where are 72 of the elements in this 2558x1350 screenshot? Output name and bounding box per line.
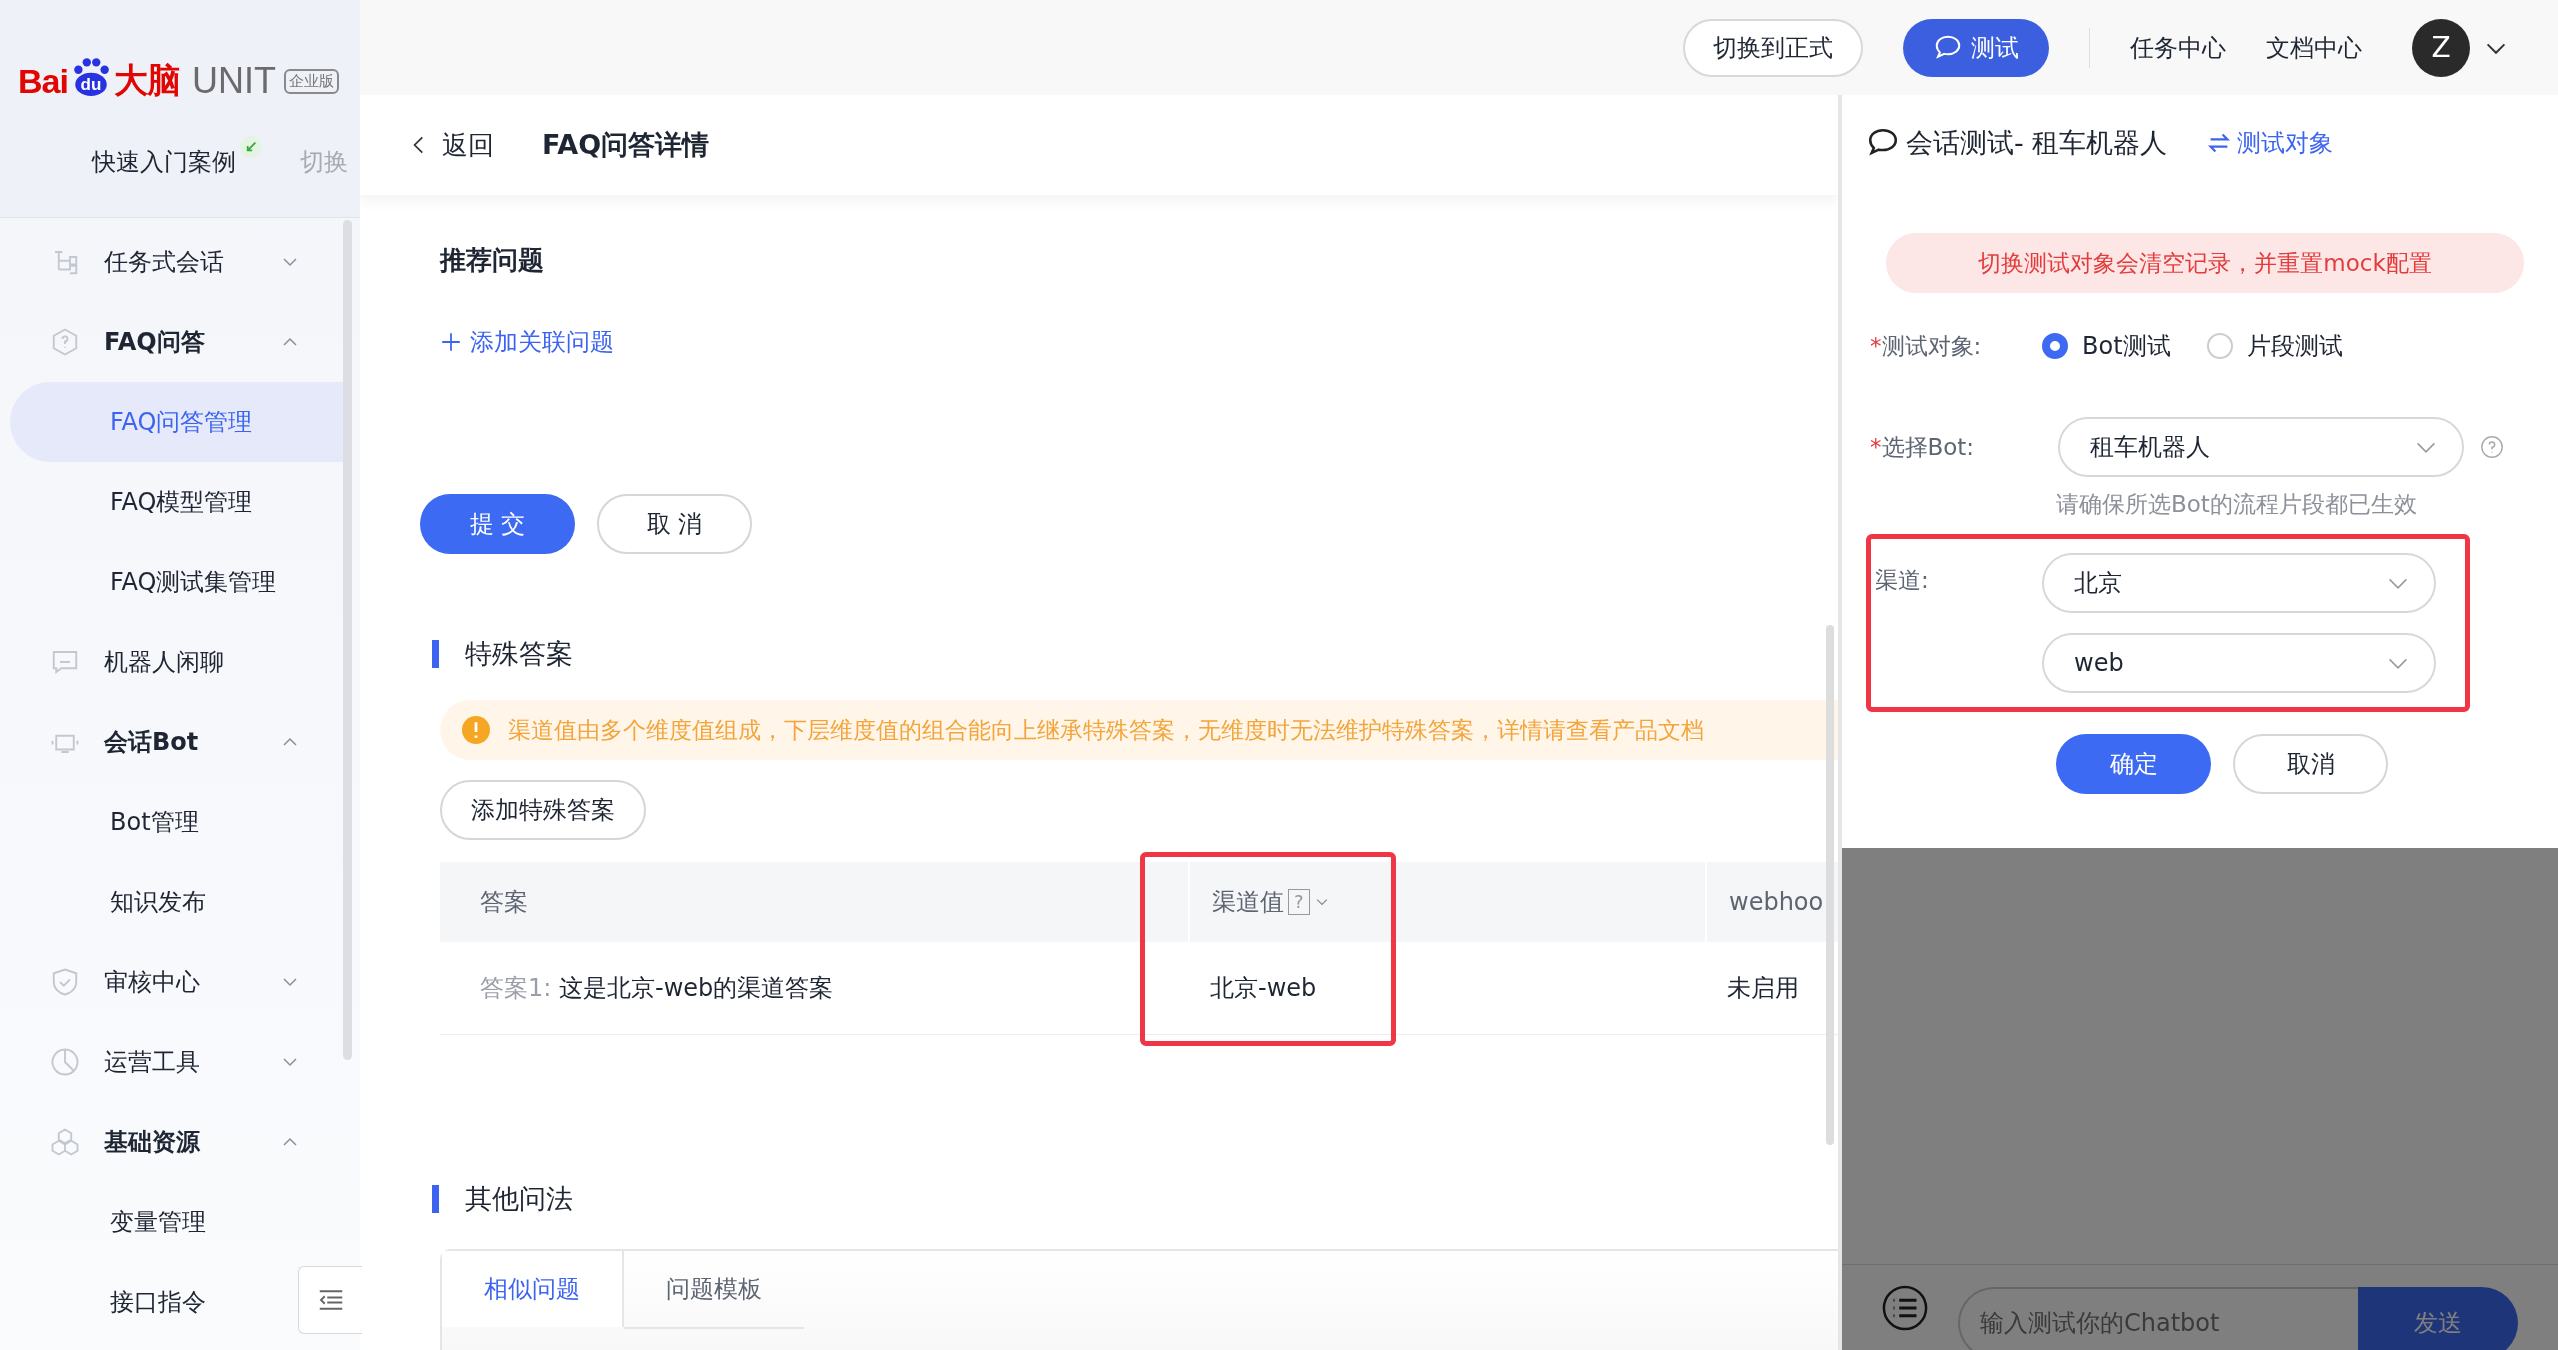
submenu-item[interactable]: 变量管理 <box>10 1182 290 1262</box>
project-name[interactable]: 快速入门案例 <box>92 146 236 178</box>
field-label: *测试对象: <box>1869 331 1983 361</box>
menu-item[interactable]: FAQ问答 <box>0 302 300 382</box>
plus-icon[interactable] <box>440 331 462 353</box>
submenu-item[interactable]: FAQ问答管理 <box>10 382 345 462</box>
tab[interactable]: 相似问题 <box>442 1251 624 1327</box>
menu-icon[interactable] <box>1882 1284 1928 1331</box>
warning-icon <box>462 716 490 744</box>
panel-title: 会话测试- 租车机器人 <box>1906 126 2168 160</box>
pin-icon[interactable] <box>240 136 262 158</box>
add-link[interactable]: 添加关联问题 <box>470 326 614 358</box>
table-cell-text: 北京-web <box>1210 973 1317 1004</box>
confirm-button[interactable]: 确定 <box>2056 734 2211 794</box>
swap-arrows-icon[interactable] <box>2207 131 2232 155</box>
menu-item[interactable]: 会话Bot <box>0 702 300 782</box>
cancel-button[interactable]: 取 消 <box>597 494 752 554</box>
channel-select[interactable]: web <box>2042 633 2436 693</box>
pie-icon <box>50 1047 80 1077</box>
scrollbar[interactable] <box>343 220 352 1060</box>
back-link[interactable]: 返回 <box>408 127 494 163</box>
logo-text: 大脑 <box>113 60 180 101</box>
table-cell-text: 答案1: 这是北京-web的渠道答案 <box>480 973 834 1004</box>
shield-icon <box>50 967 80 997</box>
radio-option[interactable]: Bot测试 <box>2042 330 2171 362</box>
column-header: 答案 <box>480 887 528 918</box>
scrollbar[interactable] <box>1826 625 1834 1145</box>
menu-item[interactable]: 机器人闲聊 <box>0 622 300 702</box>
menu-item[interactable]: 基础资源 <box>0 1102 300 1182</box>
channel-select[interactable]: 北京 <box>2042 553 2436 613</box>
submit-button[interactable]: 提 交 <box>420 494 575 554</box>
section-title: 推荐问题 <box>440 244 544 277</box>
bot-select[interactable]: 租车机器人 <box>2058 417 2464 477</box>
logo-text: Bai <box>18 61 68 101</box>
radio-option[interactable]: 片段测试 <box>2206 330 2343 362</box>
switch-button[interactable]: 切换到正式 <box>1683 18 1863 77</box>
cancel-button[interactable]: 取消 <box>2233 734 2388 794</box>
help-icon <box>50 327 80 357</box>
user-avatar[interactable]: Z <box>2412 18 2470 77</box>
menu-item[interactable]: 审核中心 <box>0 942 300 1022</box>
submenu-item[interactable]: 知识发布 <box>10 862 290 942</box>
product-name: UNIT <box>191 60 276 102</box>
nav-link[interactable]: 任务中心 <box>2130 31 2226 64</box>
tab[interactable]: 问题模板 <box>624 1251 804 1329</box>
section-title: 其他问法 <box>432 1185 573 1213</box>
field-label: 渠道: <box>1874 566 1930 595</box>
edition-badge: 企业版 <box>283 68 339 94</box>
switch-target-link[interactable]: 测试对象 <box>2237 127 2334 159</box>
submenu-item[interactable]: Bot管理 <box>10 782 290 862</box>
radio-icon[interactable] <box>2042 333 2068 359</box>
nav-link[interactable]: 文档中心 <box>2266 31 2362 64</box>
test-button[interactable]: 测试 <box>1903 18 2049 77</box>
warning-text: 渠道值由多个维度值组成，下层维度值的组合能向上继承特殊答案，无维度时无法维护特殊答案，详情请查看产品文档 <box>508 715 1704 745</box>
hex-icon <box>50 1127 80 1157</box>
menu-item[interactable]: 运营工具 <box>0 1022 300 1102</box>
submenu-item[interactable]: 接口指令 <box>10 1262 290 1342</box>
chat-input[interactable]: 输入测试你的Chatbot <box>1958 1286 2358 1350</box>
section-title: 特殊答案 <box>432 640 573 668</box>
collapse-button[interactable] <box>298 1266 362 1334</box>
column-header: webhoo <box>1729 888 1824 916</box>
submenu-item[interactable]: FAQ模型管理 <box>10 462 290 542</box>
alert-banner: 切换测试对象会清空记录，并重置mock配置 <box>1886 233 2524 293</box>
menu-item[interactable]: 任务式会话 <box>0 222 300 302</box>
page-title: FAQ问答详情 <box>542 128 710 162</box>
radio-icon[interactable] <box>2206 333 2233 359</box>
submenu-item[interactable]: FAQ测试集管理 <box>10 542 290 622</box>
add-special-answer-button[interactable]: 添加特殊答案 <box>440 780 646 840</box>
help-icon[interactable] <box>2480 435 2504 459</box>
table-cell-text: 未启用 <box>1727 973 1799 1004</box>
column-header: 渠道值 <box>1212 887 1284 918</box>
field-label: *选择Bot: <box>1869 432 1976 462</box>
field-hint: 请确保所选Bot的流程片段都已生效 <box>2056 490 2418 519</box>
